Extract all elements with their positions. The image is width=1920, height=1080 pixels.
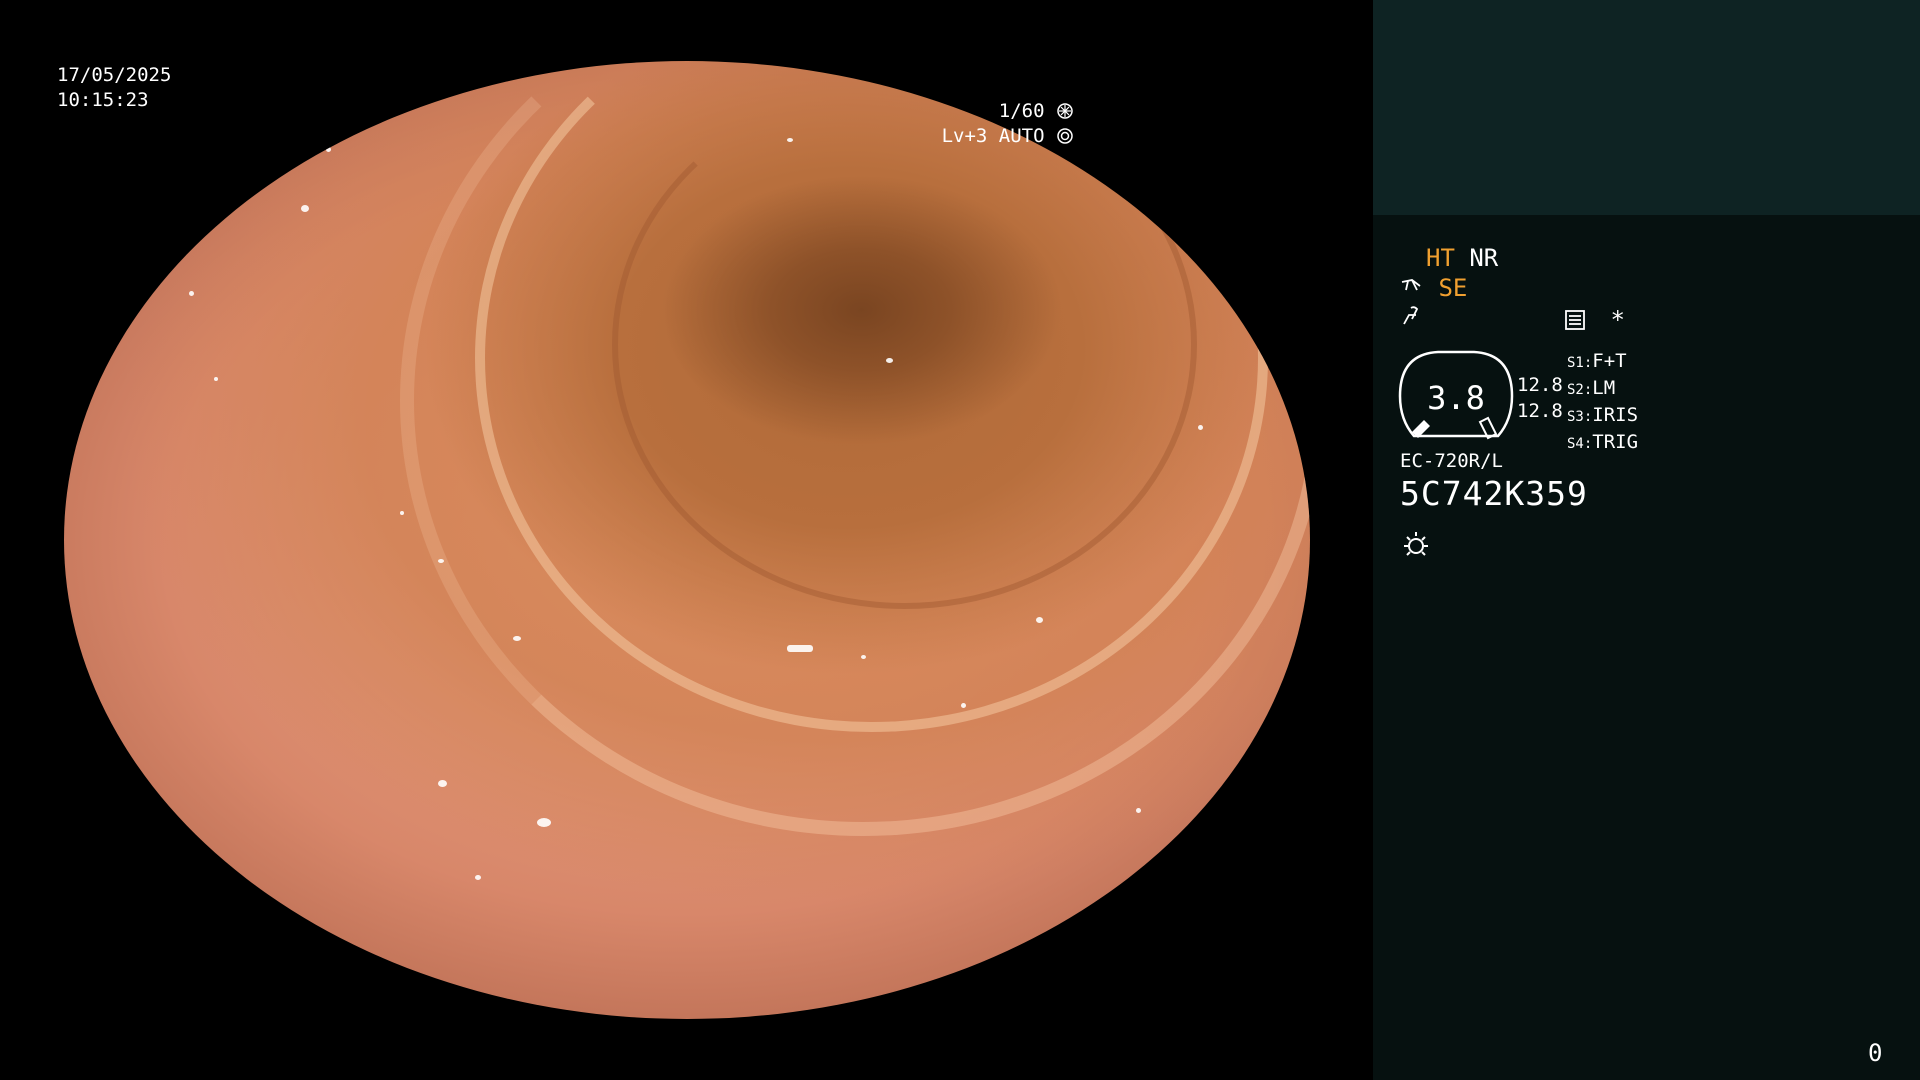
specular-highlight bbox=[1197, 425, 1203, 431]
se-indicator: SE bbox=[1438, 274, 1468, 302]
mucosa-fold-inner bbox=[612, 80, 1198, 610]
specular-highlight bbox=[512, 635, 521, 641]
enhancement-row: HT NR bbox=[1426, 244, 1498, 272]
specular-highlight bbox=[961, 702, 967, 708]
endoscopic-image bbox=[64, 61, 1310, 1019]
switch-value: IRIS bbox=[1592, 404, 1639, 426]
info-panel bbox=[1373, 0, 1920, 1080]
settings-row: * bbox=[1564, 306, 1625, 334]
light-icon bbox=[1404, 532, 1428, 556]
date-text: 17/05/2025 bbox=[57, 64, 172, 86]
value-2: 12.8 bbox=[1517, 400, 1563, 422]
value-1: 12.8 bbox=[1517, 374, 1563, 396]
specular-highlight bbox=[437, 779, 447, 787]
brightness-level: Lv+3 AUTO bbox=[941, 125, 1045, 147]
zoom-value: 3.8 bbox=[1427, 379, 1485, 417]
scope-icon bbox=[1401, 279, 1421, 291]
switch-tag: S2: bbox=[1567, 382, 1593, 398]
specular-highlight bbox=[1135, 808, 1141, 814]
specular-highlight bbox=[213, 377, 218, 382]
specular-highlight bbox=[475, 875, 482, 881]
switch-row-3: S3:IRIS bbox=[1567, 403, 1638, 430]
switch-list: S1:F+T S2:LM S3:IRIS S4:TRIG bbox=[1567, 349, 1638, 457]
time-text: 10:15:23 bbox=[57, 89, 149, 111]
level-row: Lv+3 AUTO bbox=[942, 124, 1074, 149]
value-column: 12.8 12.8 bbox=[1517, 372, 1563, 424]
nr-indicator: NR bbox=[1469, 244, 1499, 272]
scope-serial: 5C742K359 bbox=[1400, 474, 1588, 513]
switch-tag: S3: bbox=[1567, 409, 1593, 425]
specular-highlight bbox=[325, 147, 331, 153]
switch-value: TRIG bbox=[1592, 431, 1639, 453]
specular-highlight bbox=[437, 559, 444, 564]
exposure-readout: 1/60 Lv+3 AUTO bbox=[942, 99, 1074, 149]
specular-highlight bbox=[786, 137, 793, 142]
enhance-icon bbox=[1403, 306, 1419, 325]
structure-row: SE bbox=[1400, 274, 1467, 302]
ht-indicator: HT bbox=[1426, 244, 1455, 272]
specular-highlight bbox=[188, 290, 194, 296]
specular-highlight bbox=[537, 817, 552, 827]
switch-value: LM bbox=[1592, 377, 1616, 399]
specular-highlight bbox=[400, 511, 405, 516]
aperture-icon bbox=[1057, 103, 1073, 119]
iris-icon bbox=[1057, 128, 1073, 144]
settings-list-icon bbox=[1565, 310, 1585, 330]
switch-tag: S4: bbox=[1567, 436, 1593, 452]
zoom-gauge: 3.8 bbox=[1398, 350, 1514, 440]
asterisk-indicator: * bbox=[1610, 306, 1625, 334]
switch-row-1: S1:F+T bbox=[1567, 349, 1638, 376]
specular-highlight bbox=[786, 645, 813, 653]
specular-highlight bbox=[213, 137, 219, 143]
specular-highlight bbox=[1035, 616, 1043, 623]
specular-highlight bbox=[300, 204, 309, 212]
timestamp: 17/05/2025 10:15:23 bbox=[57, 63, 171, 113]
specular-highlight bbox=[250, 99, 258, 105]
specular-highlight bbox=[151, 204, 155, 208]
shutter-speed: 1/60 bbox=[998, 100, 1045, 122]
endoscope-video-area: 17/05/2025 10:15:23 1/60 Lv+3 AUTO bbox=[0, 0, 1373, 1080]
info-panel-header bbox=[1373, 0, 1920, 215]
specular-highlight bbox=[288, 80, 295, 85]
switch-value: F+T bbox=[1592, 350, 1627, 372]
scope-model: EC-720R/L bbox=[1400, 450, 1503, 472]
enhance-icon-row bbox=[1400, 304, 1420, 332]
switch-row-2: S2:LM bbox=[1567, 376, 1638, 403]
switch-tag: S1: bbox=[1567, 355, 1593, 371]
switch-row-4: S4:TRIG bbox=[1567, 430, 1638, 457]
frame-counter: 0 bbox=[1868, 1039, 1883, 1067]
shutter-row: 1/60 bbox=[942, 99, 1074, 124]
specular-highlight bbox=[176, 185, 183, 191]
